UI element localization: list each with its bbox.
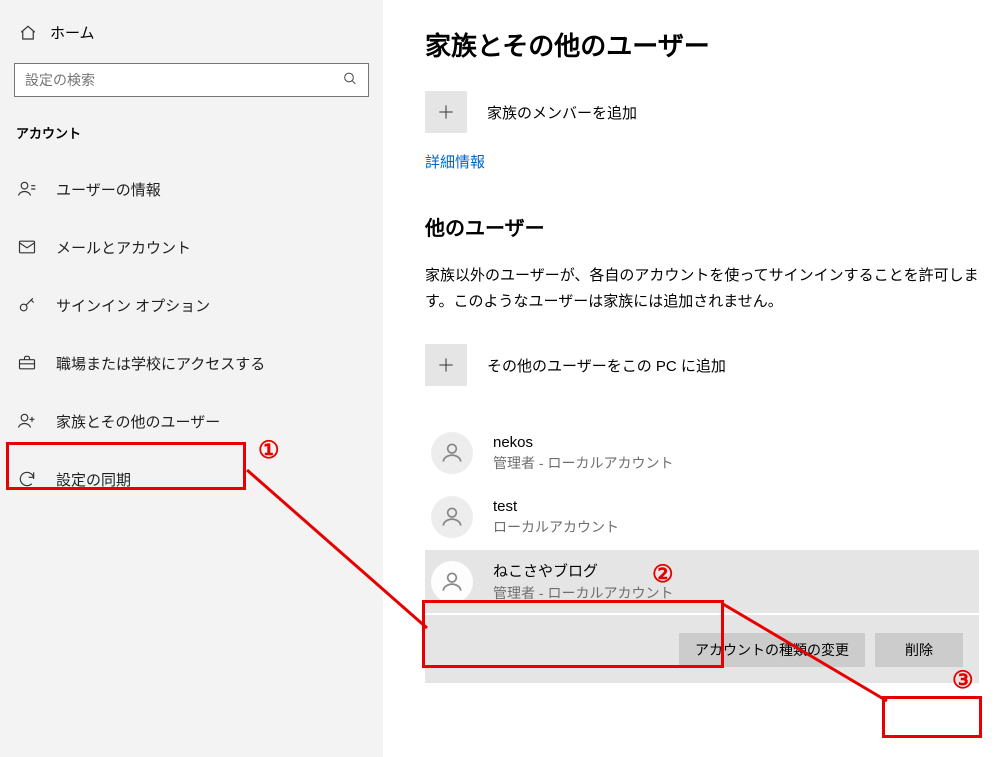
mail-icon [16,237,38,257]
sidebar-item-label: ユーザーの情報 [56,179,161,200]
nav-home-label: ホーム [50,22,95,43]
briefcase-icon [16,353,38,373]
sidebar-item-label: 職場または学校にアクセスする [56,353,265,374]
more-info-link[interactable]: 詳細情報 [425,151,485,172]
user-role: 管理者 - ローカルアカウント [493,583,673,603]
add-family-label: 家族のメンバーを追加 [487,102,637,123]
nav-home[interactable]: ホーム [0,10,383,55]
avatar-icon [431,432,473,474]
sidebar-item-email-accounts[interactable]: メールとアカウント [0,220,383,274]
home-icon [18,23,38,43]
sidebar-item-user-info[interactable]: ユーザーの情報 [0,162,383,216]
add-other-user-row[interactable]: その他のユーザーをこの PC に追加 [425,344,979,386]
sync-icon [16,469,38,489]
plus-icon [425,344,467,386]
key-icon [16,295,38,315]
user-role: ローカルアカウント [493,517,619,537]
delete-button[interactable]: 削除 [875,633,963,667]
other-user-row[interactable]: nekos 管理者 - ローカルアカウント [425,422,979,484]
add-family-member-row[interactable]: 家族のメンバーを追加 [425,91,979,133]
user-role: 管理者 - ローカルアカウント [493,453,673,473]
search-input[interactable] [15,64,368,96]
sidebar-item-label: サインイン オプション [56,295,210,316]
other-users-description: 家族以外のユーザーが、各自のアカウントを使ってサインインすることを許可します。こ… [425,263,979,314]
sidebar-item-label: 設定の同期 [56,469,131,490]
sidebar-item-sync-settings[interactable]: 設定の同期 [0,452,383,506]
user-name: nekos [493,434,673,451]
plus-icon [425,91,467,133]
avatar-icon [431,496,473,538]
page-title: 家族とその他のユーザー [425,26,979,63]
user-action-bar: アカウントの種類の変更 削除 [425,615,979,683]
sidebar-item-family-other-users[interactable]: 家族とその他のユーザー [0,394,383,448]
sidebar-item-label: 家族とその他のユーザー [56,411,220,432]
user-text: test ローカルアカウント [493,498,619,537]
other-user-row[interactable]: test ローカルアカウント [425,486,979,548]
add-other-label: その他のユーザーをこの PC に追加 [487,355,726,376]
user-text: ねこさやブログ 管理者 - ローカルアカウント [493,560,673,603]
sidebar-item-signin-options[interactable]: サインイン オプション [0,278,383,332]
avatar-icon [431,561,473,603]
search-box[interactable] [14,63,369,97]
settings-main: 家族とその他のユーザー 家族のメンバーを追加 詳細情報 他のユーザー 家族以外の… [383,0,999,757]
user-text: nekos 管理者 - ローカルアカウント [493,434,673,473]
user-icon [16,179,38,199]
other-users-title: 他のユーザー [425,212,979,241]
add-user-icon [16,411,38,431]
sidebar-category-title: アカウント [0,109,383,162]
sidebar-item-work-school[interactable]: 職場または学校にアクセスする [0,336,383,390]
user-name: ねこさやブログ [493,560,673,581]
user-name: test [493,498,619,515]
sidebar-item-label: メールとアカウント [56,237,191,258]
change-account-type-button[interactable]: アカウントの種類の変更 [679,633,865,667]
other-user-row-selected[interactable]: ねこさやブログ 管理者 - ローカルアカウント [425,550,979,613]
settings-sidebar: ホーム アカウント ユーザーの情報 メールとアカウント サインイン オプション … [0,0,383,757]
